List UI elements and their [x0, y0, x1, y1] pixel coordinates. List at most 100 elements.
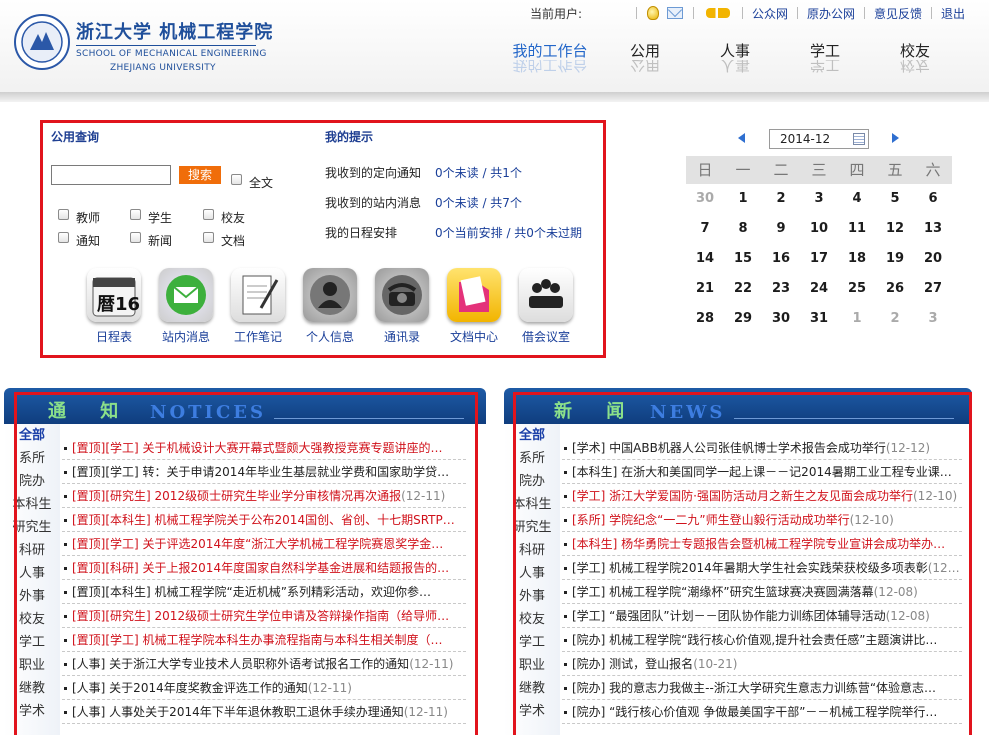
tip-label: 我收到的站内消息 — [325, 196, 422, 210]
checkbox-news[interactable]: 新闻 — [130, 226, 172, 249]
day-cell[interactable]: 5 — [876, 184, 914, 214]
link-logout[interactable]: 退出 — [941, 5, 965, 22]
day-cell[interactable]: 25 — [838, 274, 876, 304]
app-calendar[interactable]: 暦16 日程表 — [78, 268, 150, 345]
month-select[interactable]: 2014-12 — [769, 129, 869, 149]
lightbulb-icon[interactable] — [647, 6, 659, 20]
app-meeting-room[interactable]: 借会议室 — [510, 268, 582, 345]
nav-personnel[interactable]: 人事 人事 — [690, 40, 780, 74]
app-personal-info[interactable]: 个人信息 — [294, 268, 366, 345]
day-cell[interactable]: 1 — [724, 184, 762, 214]
app-label: 站内消息 — [161, 330, 210, 344]
checkbox-box[interactable] — [130, 232, 141, 243]
tip-value-link[interactable]: 0个未读 / 共7个 — [435, 194, 522, 211]
day-cell[interactable]: 14 — [686, 244, 724, 274]
weekday-header: 日一二三四五六 — [686, 156, 952, 184]
week-row: 14 15 16 17 18 19 20 — [686, 244, 952, 274]
checkbox-teacher[interactable]: 教师 — [58, 203, 100, 226]
nav-public[interactable]: 公用 公用 — [600, 40, 690, 74]
week-row: 21 22 23 24 25 26 27 — [686, 274, 952, 304]
day-cell[interactable]: 20 — [914, 244, 952, 274]
nav-reflection: 人事 — [719, 60, 750, 74]
day-cell[interactable]: 13 — [914, 214, 952, 244]
checkbox-alumni[interactable]: 校友 — [203, 203, 245, 226]
day-cell[interactable]: 29 — [724, 304, 762, 334]
day-cell[interactable]: 23 — [762, 274, 800, 304]
day-cell[interactable]: 2 — [762, 184, 800, 214]
link-old-office[interactable]: 原办公网 — [807, 5, 855, 22]
day-cell[interactable]: 28 — [686, 304, 724, 334]
day-cell[interactable]: 17 — [800, 244, 838, 274]
day-cell[interactable]: 8 — [724, 214, 762, 244]
day-cell[interactable]: 2 — [876, 304, 914, 334]
day-cell[interactable]: 10 — [800, 214, 838, 244]
weekday: 五 — [887, 161, 903, 179]
search-button[interactable]: 搜索 — [179, 166, 221, 184]
app-site-message[interactable]: 站内消息 — [150, 268, 222, 345]
app-work-notes[interactable]: 工作笔记 — [222, 268, 294, 345]
day-cell[interactable]: 31 — [800, 304, 838, 334]
tip-value-link[interactable]: 0个当前安排 / 共0个未过期 — [435, 224, 582, 241]
day-cell[interactable]: 19 — [876, 244, 914, 274]
checkbox-student[interactable]: 学生 — [130, 203, 172, 226]
link-public-network[interactable]: 公众网 — [752, 5, 788, 22]
mail-icon[interactable] — [667, 7, 683, 19]
nav-my-workbench[interactable]: 我的工作台 我的工作台 — [500, 40, 600, 74]
day-cell[interactable]: 4 — [838, 184, 876, 214]
fulltext-checkbox[interactable]: 全文 — [231, 168, 273, 191]
day-cell[interactable]: 24 — [800, 274, 838, 304]
day-cell[interactable]: 26 — [876, 274, 914, 304]
app-address-book[interactable]: 通讯录 — [366, 268, 438, 345]
tip-row-schedule: 我的日程安排 0个当前安排 / 共0个未过期 — [325, 224, 582, 241]
nav-reflection: 学工 — [809, 60, 840, 74]
checkbox-box[interactable] — [231, 174, 242, 185]
day-cell[interactable]: 3 — [800, 184, 838, 214]
week-row: 30 1 2 3 4 5 6 — [686, 184, 952, 214]
tip-value-link[interactable]: 0个未读 / 共1个 — [435, 164, 522, 181]
university-logo-icon[interactable] — [14, 14, 70, 70]
checkbox-label: 教师 — [76, 211, 101, 225]
svg-text:暦16: 暦16 — [97, 294, 140, 315]
search-input[interactable] — [51, 165, 171, 185]
day-cell[interactable]: 9 — [762, 214, 800, 244]
divider — [931, 7, 933, 19]
checkbox-box[interactable] — [58, 232, 69, 243]
day-cell[interactable]: 3 — [914, 304, 952, 334]
checkbox-box[interactable] — [58, 209, 69, 220]
day-cell[interactable]: 11 — [838, 214, 876, 244]
checkbox-box[interactable] — [130, 209, 141, 220]
link-feedback[interactable]: 意见反馈 — [874, 5, 922, 22]
divider — [693, 7, 694, 19]
day-cell[interactable]: 30 — [762, 304, 800, 334]
prev-month-icon[interactable] — [738, 133, 745, 143]
nav-student-affairs[interactable]: 学工 学工 — [780, 40, 870, 74]
person-icon — [303, 268, 357, 322]
day-cell[interactable]: 12 — [876, 214, 914, 244]
calendar-picker-icon[interactable] — [853, 133, 865, 145]
day-cell[interactable]: 30 — [686, 184, 724, 214]
day-cell[interactable]: 27 — [914, 274, 952, 304]
header-divider — [0, 92, 989, 102]
checkbox-document[interactable]: 文档 — [203, 226, 245, 249]
nav-label: 我的工作台 — [512, 42, 588, 60]
day-cell[interactable]: 15 — [724, 244, 762, 274]
app-label: 文档中心 — [449, 330, 498, 344]
day-cell[interactable]: 6 — [914, 184, 952, 214]
day-cell[interactable]: 16 — [762, 244, 800, 274]
day-cell[interactable]: 22 — [724, 274, 762, 304]
app-document-center[interactable]: 文档中心 — [438, 268, 510, 345]
checkbox-box[interactable] — [203, 209, 214, 220]
nav-alumni[interactable]: 校友 校友 — [870, 40, 960, 74]
calendar-icon: 暦16 — [87, 268, 141, 322]
day-cell[interactable]: 1 — [838, 304, 876, 334]
day-cell[interactable]: 7 — [686, 214, 724, 244]
checkbox-notice[interactable]: 通知 — [58, 226, 100, 249]
nav-label: 人事 — [719, 42, 750, 60]
checkbox-box[interactable] — [203, 232, 214, 243]
weekday: 二 — [773, 161, 789, 179]
day-cell[interactable]: 21 — [686, 274, 724, 304]
next-month-icon[interactable] — [892, 133, 899, 143]
weekday: 三 — [811, 161, 827, 179]
key-icon[interactable] — [706, 8, 730, 18]
day-cell[interactable]: 18 — [838, 244, 876, 274]
